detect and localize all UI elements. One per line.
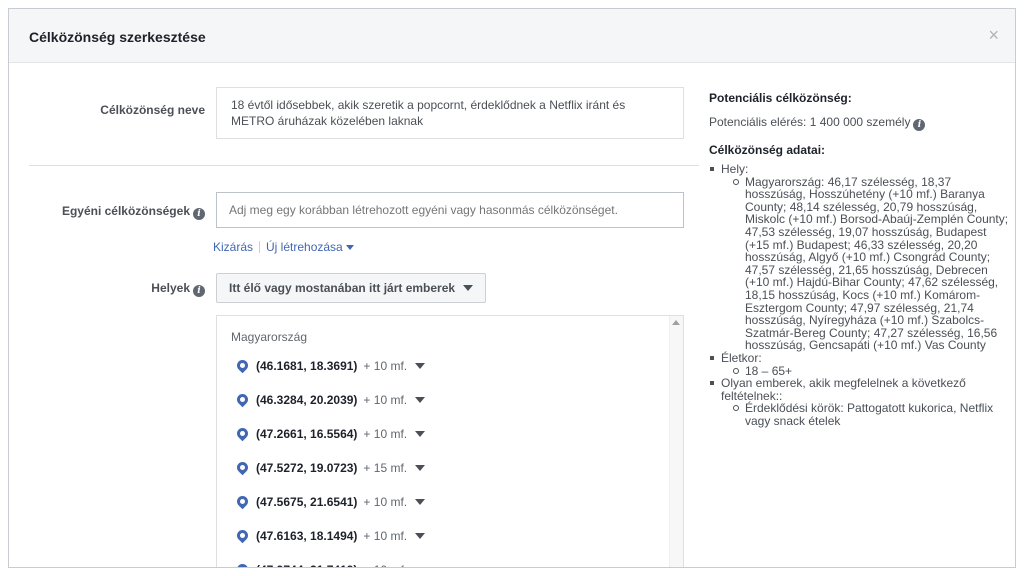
detail-interests-value: Érdeklődési körök: Pattogatott kukorica,…	[721, 402, 1009, 427]
location-coords: (46.1681, 18.3691)	[256, 359, 358, 373]
potential-reach: Potenciális elérés: 1 400 000 személy i	[709, 115, 926, 131]
location-coords: (47.5272, 19.0723)	[256, 461, 358, 475]
potential-reach-text: Potenciális elérés: 1 400 000 személy	[709, 115, 911, 129]
audience-name-input[interactable]: 18 évtől idősebbek, akik szeretik a popc…	[216, 87, 684, 139]
location-pin-icon	[234, 459, 251, 476]
detail-people: Olyan emberek, akik megfelelnek a követk…	[709, 377, 1009, 427]
location-coords: (47.2661, 16.5564)	[256, 427, 358, 441]
location-list-box[interactable]: Magyarország (46.1681, 18.3691) + 10 mf.(…	[216, 315, 684, 568]
chevron-down-icon	[463, 285, 474, 291]
location-radius[interactable]: + 10 mf.	[363, 427, 407, 441]
location-row: (47.9744, 21.7419) + 10 mf.	[234, 560, 425, 568]
audience-dialog: Célközönség szerkesztése × Célközönség n…	[8, 8, 1016, 568]
detail-location: Hely: Magyarország: 46,17 szélesség, 18,…	[709, 163, 1009, 352]
custom-audience-links: Kizárás Új létrehozása	[213, 240, 354, 254]
location-pin-icon	[234, 391, 251, 408]
location-list: (46.1681, 18.3691) + 10 mf. (46.3284, 20.2…	[234, 356, 426, 568]
location-coords: (47.5675, 21.6541)	[256, 495, 358, 509]
location-row: (47.5272, 19.0723) + 15 mf.	[234, 458, 426, 492]
audience-name-label-text: Célközönség neve	[100, 103, 205, 117]
location-radius[interactable]: + 10 mf.	[363, 563, 407, 567]
location-radius[interactable]: + 10 mf.	[363, 529, 407, 543]
custom-audiences-label: Egyéni célközönségek i	[9, 204, 205, 220]
location-type-dropdown-label: Itt élő vagy mostanában itt járt emberek	[229, 281, 456, 295]
chevron-down-icon[interactable]	[415, 533, 426, 539]
places-label: Helyek i	[9, 281, 205, 297]
detail-age: Életkor: 18 – 65+	[709, 352, 1009, 377]
location-radius[interactable]: + 10 mf.	[363, 359, 407, 373]
chevron-down-icon[interactable]	[415, 499, 426, 505]
chevron-down-icon[interactable]	[415, 465, 426, 471]
location-radius[interactable]: + 15 mf.	[363, 461, 407, 475]
location-row: (47.2661, 16.5564) + 10 mf.	[234, 424, 426, 458]
create-new-link[interactable]: Új létrehozása	[266, 240, 354, 254]
location-radius[interactable]: + 10 mf.	[363, 495, 407, 509]
location-coords: (47.9744, 21.7419)	[256, 563, 357, 567]
location-pin-icon	[234, 425, 251, 442]
location-pin-icon	[234, 561, 251, 567]
link-separator	[259, 241, 261, 253]
potential-audience-title: Potenciális célközönség:	[709, 91, 852, 105]
exclude-link[interactable]: Kizárás	[213, 240, 253, 254]
detail-age-heading: Életkor:	[721, 350, 762, 365]
section-divider	[29, 165, 699, 166]
chevron-down-icon[interactable]	[415, 363, 426, 369]
location-type-dropdown[interactable]: Itt élő vagy mostanában itt járt emberek	[216, 273, 487, 303]
location-pin-icon	[234, 527, 251, 544]
scrollbar[interactable]	[669, 316, 683, 567]
audience-details: Hely: Magyarország: 46,17 szélesség, 18,…	[709, 163, 1009, 427]
location-row: (47.5675, 21.6541) + 10 mf.	[234, 492, 426, 526]
chevron-down-icon[interactable]	[415, 431, 426, 437]
dialog-title: Célközönség szerkesztése	[29, 29, 206, 45]
location-radius[interactable]: + 10 mf.	[363, 393, 407, 407]
location-coords: (47.6163, 18.1494)	[256, 529, 358, 543]
detail-location-value: Magyarország: 46,17 szélesség, 18,37 hos…	[721, 175, 1009, 352]
detail-location-heading: Hely:	[721, 162, 749, 176]
info-icon[interactable]: i	[913, 119, 926, 131]
location-row: (46.3284, 20.2039) + 10 mf.	[234, 390, 426, 424]
detail-people-heading: Olyan emberek, akik megfelelnek a követk…	[721, 376, 966, 403]
create-new-link-text: Új létrehozása	[266, 240, 343, 254]
dialog-header: Célközönség szerkesztése ×	[9, 9, 1015, 63]
location-coords: (46.3284, 20.2039)	[256, 393, 358, 407]
audience-name-label: Célközönség neve	[9, 103, 205, 117]
info-icon[interactable]: i	[193, 285, 205, 297]
location-row: (47.6163, 18.1494) + 10 mf.	[234, 526, 426, 560]
location-country: Magyarország	[231, 330, 308, 344]
close-icon[interactable]: ×	[988, 25, 999, 46]
audience-form: Célközönség neve 18 évtől idősebbek, aki…	[9, 63, 699, 568]
location-pin-icon	[234, 493, 251, 510]
info-icon[interactable]: i	[193, 208, 205, 220]
chevron-down-icon[interactable]	[415, 397, 426, 403]
places-label-text: Helyek	[151, 281, 190, 295]
audience-summary: Potenciális célközönség: Potenciális elé…	[703, 63, 1015, 567]
scroll-up-icon[interactable]	[672, 320, 680, 325]
chevron-down-icon[interactable]	[415, 567, 425, 568]
custom-audience-input[interactable]	[216, 192, 684, 228]
audience-details-title: Célközönség adatai:	[709, 143, 826, 157]
location-row: (46.1681, 18.3691) + 10 mf.	[234, 356, 426, 390]
custom-audiences-label-text: Egyéni célközönségek	[61, 204, 190, 218]
location-pin-icon	[234, 357, 251, 374]
chevron-down-icon	[345, 245, 354, 250]
